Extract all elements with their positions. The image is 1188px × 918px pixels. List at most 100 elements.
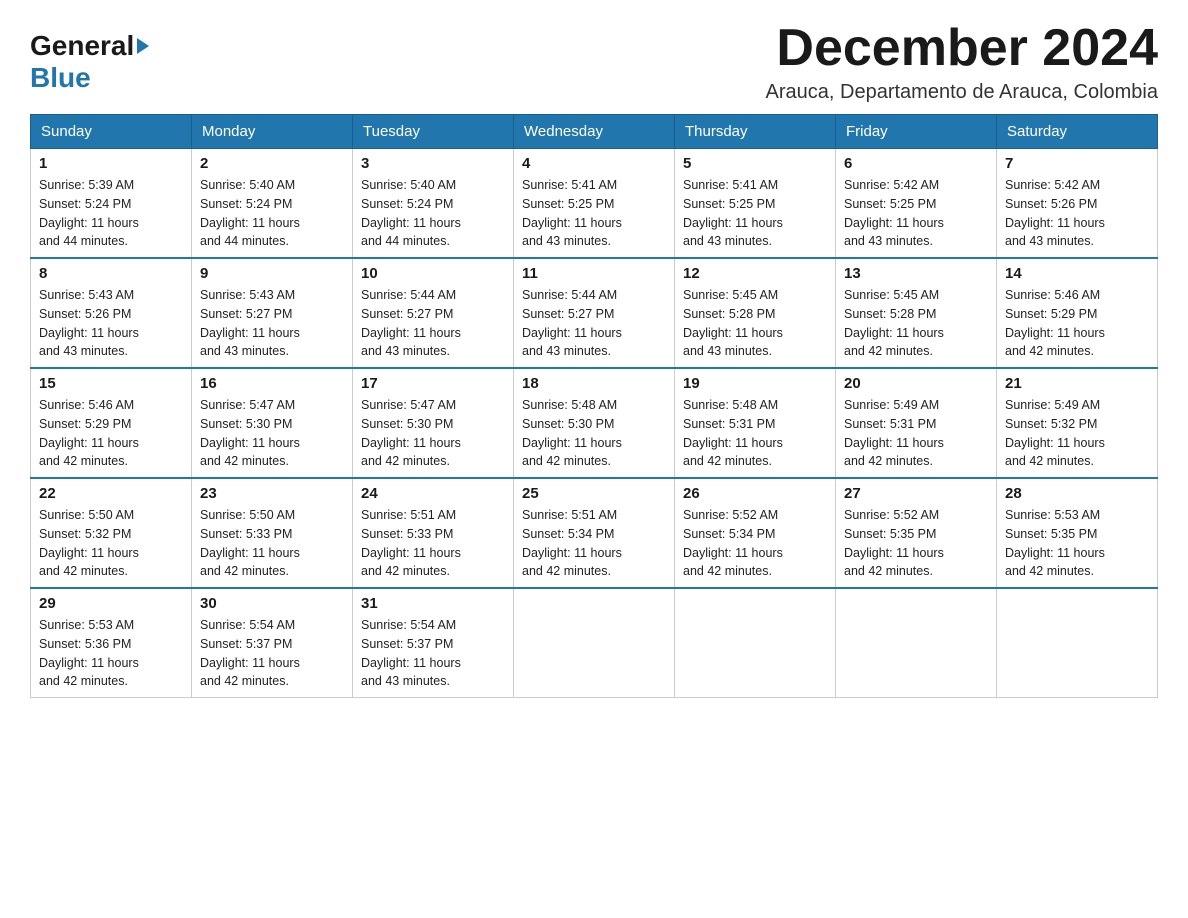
day-number: 18 [522, 375, 666, 392]
calendar-day-cell: 10Sunrise: 5:44 AMSunset: 5:27 PMDayligh… [353, 258, 514, 368]
day-info: Sunrise: 5:49 AMSunset: 5:32 PMDaylight:… [1005, 396, 1149, 471]
calendar-day-cell: 25 Sunrise: 5:51 AMSunset: 5:34 PMDayligh… [514, 478, 675, 588]
day-number: 7 [1005, 155, 1149, 172]
day-info: Sunrise: 5:43 AMSunset: 5:26 PMDaylight:… [39, 286, 183, 361]
location-title: Arauca, Departamento de Arauca, Colombia [766, 81, 1158, 104]
day-info: Sunrise: 5:54 AMSunset: 5:37 PMDaylight:… [361, 616, 505, 691]
day-info: Sunrise: 5:45 AMSunset: 5:28 PMDaylight:… [683, 286, 827, 361]
day-info: Sunrise: 5:51 AMSunset: 5:33 PMDaylight:… [361, 506, 505, 581]
calendar-day-cell: 19 Sunrise: 5:48 AMSunset: 5:31 PMDayligh… [675, 368, 836, 478]
day-info: Sunrise: 5:50 AMSunset: 5:33 PMDaylight:… [200, 506, 344, 581]
calendar-day-cell: 16 Sunrise: 5:47 AMSunset: 5:30 PMDayligh… [192, 368, 353, 478]
day-info: Sunrise: 5:49 AMSunset: 5:31 PMDaylight:… [844, 396, 988, 471]
calendar-week-row: 1Sunrise: 5:39 AMSunset: 5:24 PMDaylight… [31, 149, 1158, 259]
calendar-day-cell: 20 Sunrise: 5:49 AMSunset: 5:31 PMDayligh… [836, 368, 997, 478]
calendar-day-cell: 5 Sunrise: 5:41 AMSunset: 5:25 PMDaylight… [675, 149, 836, 259]
day-number: 15 [39, 375, 183, 392]
day-info: Sunrise: 5:42 AMSunset: 5:26 PMDaylight:… [1005, 176, 1149, 251]
title-block: December 2024 Arauca, Departamento de Ar… [766, 20, 1158, 104]
day-number: 26 [683, 485, 827, 502]
calendar-day-header: Saturday [997, 115, 1158, 149]
calendar-day-cell: 3 Sunrise: 5:40 AMSunset: 5:24 PMDaylight… [353, 149, 514, 259]
day-number: 22 [39, 485, 183, 502]
day-info: Sunrise: 5:46 AMSunset: 5:29 PMDaylight:… [1005, 286, 1149, 361]
day-number: 29 [39, 595, 183, 612]
day-info: Sunrise: 5:40 AMSunset: 5:24 PMDaylight:… [361, 176, 505, 251]
day-info: Sunrise: 5:51 AMSunset: 5:34 PMDaylight:… [522, 506, 666, 581]
day-number: 30 [200, 595, 344, 612]
calendar-day-header: Tuesday [353, 115, 514, 149]
day-info: Sunrise: 5:52 AMSunset: 5:35 PMDaylight:… [844, 506, 988, 581]
day-number: 16 [200, 375, 344, 392]
calendar-day-cell: 17Sunrise: 5:47 AMSunset: 5:30 PMDayligh… [353, 368, 514, 478]
calendar-day-header: Friday [836, 115, 997, 149]
calendar-week-row: 15Sunrise: 5:46 AMSunset: 5:29 PMDayligh… [31, 368, 1158, 478]
day-number: 19 [683, 375, 827, 392]
day-number: 31 [361, 595, 505, 612]
day-info: Sunrise: 5:47 AMSunset: 5:30 PMDaylight:… [200, 396, 344, 471]
day-number: 14 [1005, 265, 1149, 282]
calendar-day-cell [514, 588, 675, 698]
calendar-day-cell [675, 588, 836, 698]
month-title: December 2024 [766, 20, 1158, 77]
calendar-week-row: 8 Sunrise: 5:43 AMSunset: 5:26 PMDaylight… [31, 258, 1158, 368]
day-number: 28 [1005, 485, 1149, 502]
calendar-day-cell: 2Sunrise: 5:40 AMSunset: 5:24 PMDaylight… [192, 149, 353, 259]
calendar-day-cell: 22 Sunrise: 5:50 AMSunset: 5:32 PMDayligh… [31, 478, 192, 588]
logo: General Blue [30, 20, 149, 94]
day-info: Sunrise: 5:39 AMSunset: 5:24 PMDaylight:… [39, 176, 183, 251]
calendar-week-row: 22 Sunrise: 5:50 AMSunset: 5:32 PMDayligh… [31, 478, 1158, 588]
calendar-day-cell: 31 Sunrise: 5:54 AMSunset: 5:37 PMDayligh… [353, 588, 514, 698]
day-info: Sunrise: 5:54 AMSunset: 5:37 PMDaylight:… [200, 616, 344, 691]
calendar-day-cell: 27 Sunrise: 5:52 AMSunset: 5:35 PMDayligh… [836, 478, 997, 588]
day-number: 13 [844, 265, 988, 282]
calendar-day-cell: 13 Sunrise: 5:45 AMSunset: 5:28 PMDayligh… [836, 258, 997, 368]
day-info: Sunrise: 5:48 AMSunset: 5:31 PMDaylight:… [683, 396, 827, 471]
calendar-day-cell: 1Sunrise: 5:39 AMSunset: 5:24 PMDaylight… [31, 149, 192, 259]
calendar-day-header: Sunday [31, 115, 192, 149]
day-info: Sunrise: 5:52 AMSunset: 5:34 PMDaylight:… [683, 506, 827, 581]
calendar-day-cell [836, 588, 997, 698]
calendar-day-cell: 30 Sunrise: 5:54 AMSunset: 5:37 PMDayligh… [192, 588, 353, 698]
calendar-day-header: Monday [192, 115, 353, 149]
day-info: Sunrise: 5:53 AMSunset: 5:35 PMDaylight:… [1005, 506, 1149, 581]
calendar-day-cell: 29 Sunrise: 5:53 AMSunset: 5:36 PMDayligh… [31, 588, 192, 698]
calendar-day-cell: 24Sunrise: 5:51 AMSunset: 5:33 PMDayligh… [353, 478, 514, 588]
day-number: 6 [844, 155, 988, 172]
calendar-day-cell: 21 Sunrise: 5:49 AMSunset: 5:32 PMDayligh… [997, 368, 1158, 478]
calendar-table: SundayMondayTuesdayWednesdayThursdayFrid… [30, 114, 1158, 698]
calendar-day-cell: 23 Sunrise: 5:50 AMSunset: 5:33 PMDayligh… [192, 478, 353, 588]
calendar-day-cell: 11Sunrise: 5:44 AMSunset: 5:27 PMDayligh… [514, 258, 675, 368]
calendar-day-header: Wednesday [514, 115, 675, 149]
calendar-day-cell: 14 Sunrise: 5:46 AMSunset: 5:29 PMDayligh… [997, 258, 1158, 368]
day-number: 21 [1005, 375, 1149, 392]
day-number: 5 [683, 155, 827, 172]
logo-blue-text: Blue [30, 62, 91, 94]
day-number: 2 [200, 155, 344, 172]
day-info: Sunrise: 5:43 AMSunset: 5:27 PMDaylight:… [200, 286, 344, 361]
calendar-day-cell [997, 588, 1158, 698]
day-info: Sunrise: 5:41 AMSunset: 5:25 PMDaylight:… [522, 176, 666, 251]
day-info: Sunrise: 5:50 AMSunset: 5:32 PMDaylight:… [39, 506, 183, 581]
day-number: 23 [200, 485, 344, 502]
calendar-day-cell: 6 Sunrise: 5:42 AMSunset: 5:25 PMDaylight… [836, 149, 997, 259]
day-number: 4 [522, 155, 666, 172]
day-number: 3 [361, 155, 505, 172]
day-number: 20 [844, 375, 988, 392]
day-number: 8 [39, 265, 183, 282]
calendar-day-header: Thursday [675, 115, 836, 149]
calendar-day-cell: 4 Sunrise: 5:41 AMSunset: 5:25 PMDaylight… [514, 149, 675, 259]
day-number: 12 [683, 265, 827, 282]
day-info: Sunrise: 5:41 AMSunset: 5:25 PMDaylight:… [683, 176, 827, 251]
calendar-day-cell: 12 Sunrise: 5:45 AMSunset: 5:28 PMDayligh… [675, 258, 836, 368]
calendar-day-cell: 9Sunrise: 5:43 AMSunset: 5:27 PMDaylight… [192, 258, 353, 368]
calendar-day-cell: 28 Sunrise: 5:53 AMSunset: 5:35 PMDayligh… [997, 478, 1158, 588]
day-info: Sunrise: 5:53 AMSunset: 5:36 PMDaylight:… [39, 616, 183, 691]
day-number: 10 [361, 265, 505, 282]
day-number: 27 [844, 485, 988, 502]
day-info: Sunrise: 5:42 AMSunset: 5:25 PMDaylight:… [844, 176, 988, 251]
day-info: Sunrise: 5:48 AMSunset: 5:30 PMDaylight:… [522, 396, 666, 471]
day-info: Sunrise: 5:45 AMSunset: 5:28 PMDaylight:… [844, 286, 988, 361]
day-number: 25 [522, 485, 666, 502]
page-header: General Blue December 2024 Arauca, Depar… [30, 20, 1158, 104]
